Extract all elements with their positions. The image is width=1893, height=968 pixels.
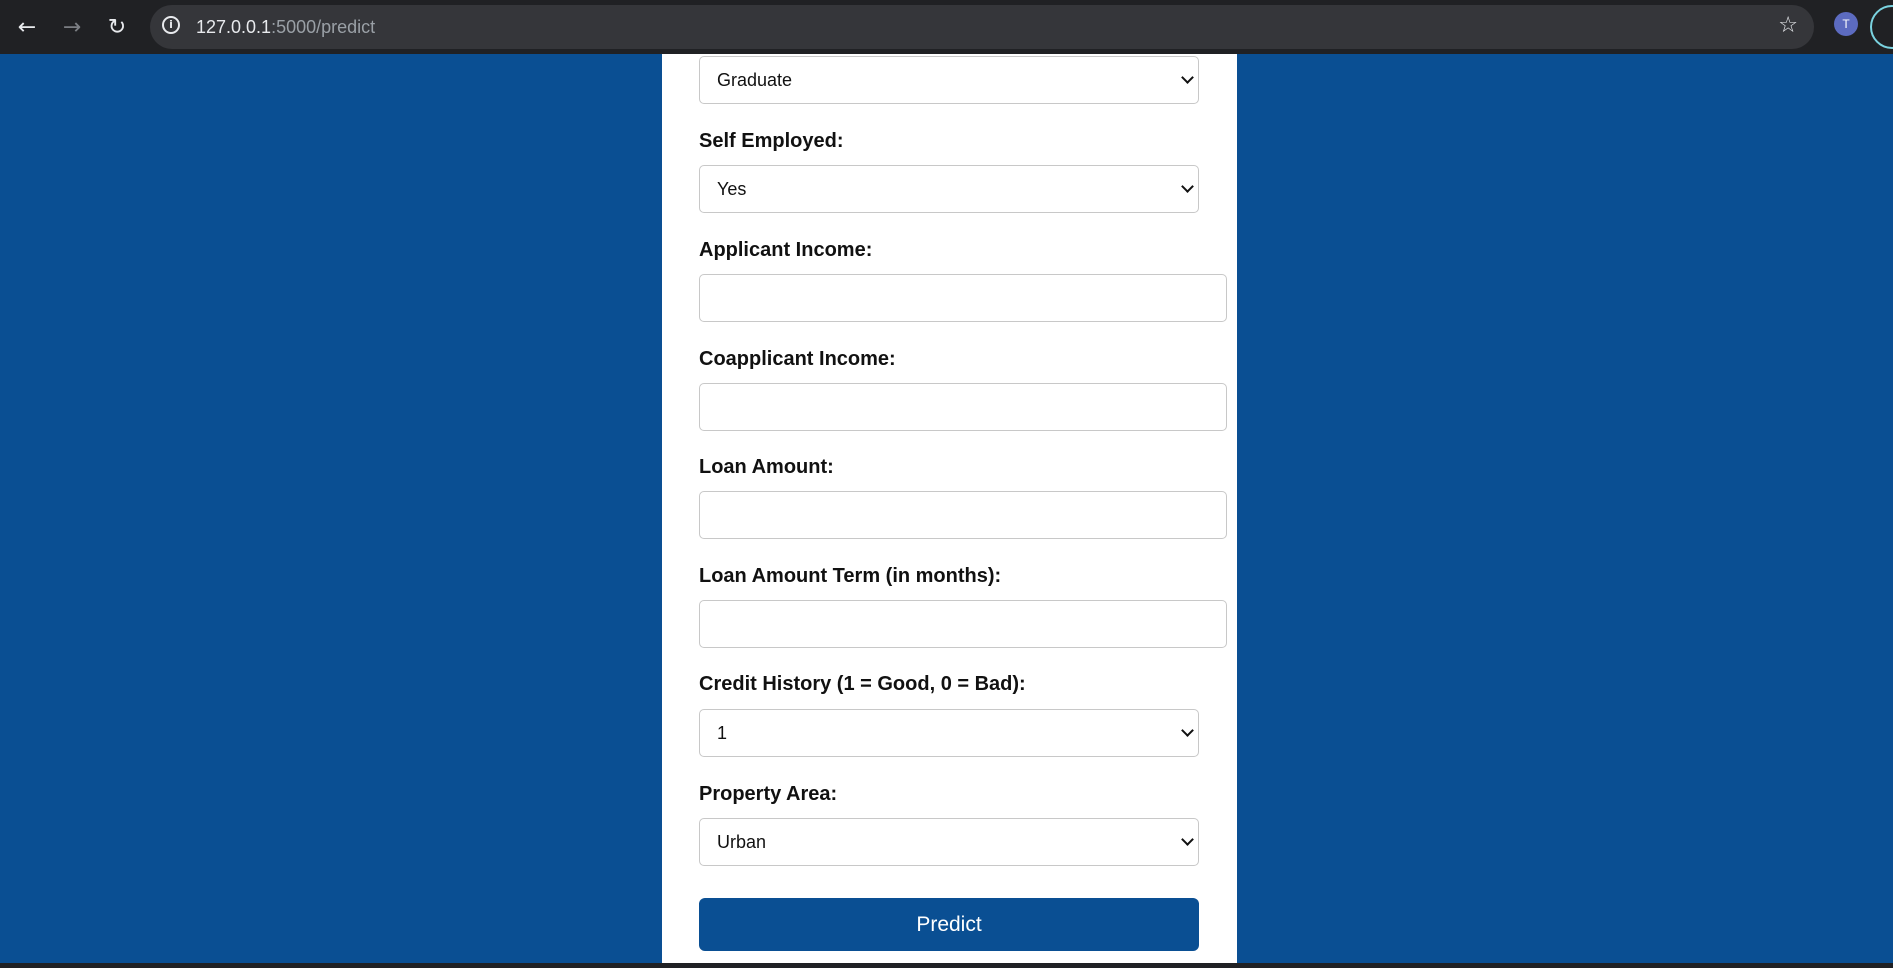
forward-arrow-icon[interactable]: → bbox=[53, 8, 91, 46]
loan-form-card: Graduate Self Employed: Yes Applicant In… bbox=[662, 54, 1237, 968]
url-host: 127.0.0.1 bbox=[196, 17, 272, 37]
profile-avatar[interactable]: T bbox=[1834, 12, 1858, 36]
back-arrow-icon[interactable]: ← bbox=[8, 8, 46, 46]
coapplicant-income-input[interactable] bbox=[699, 383, 1227, 431]
applicant-income-label: Applicant Income: bbox=[699, 239, 873, 261]
property-area-value: Urban bbox=[717, 832, 767, 852]
coapplicant-income-label: Coapplicant Income: bbox=[699, 348, 896, 370]
property-area-label: Property Area: bbox=[699, 783, 838, 805]
predict-button[interactable]: Predict bbox=[699, 898, 1199, 951]
window-bottom-edge bbox=[0, 963, 1893, 968]
loan-amount-label: Loan Amount: bbox=[699, 456, 834, 478]
credit-history-label: Credit History (1 = Good, 0 = Bad): bbox=[699, 673, 1026, 695]
property-area-select[interactable]: Urban bbox=[699, 818, 1199, 866]
applicant-income-input[interactable] bbox=[699, 274, 1227, 322]
chevron-down-icon bbox=[1181, 180, 1194, 193]
education-select[interactable]: Graduate bbox=[699, 56, 1199, 104]
reload-icon[interactable]: ↻ bbox=[98, 8, 136, 46]
education-value: Graduate bbox=[717, 70, 793, 90]
credit-history-select[interactable]: 1 bbox=[699, 709, 1199, 757]
self-employed-select[interactable]: Yes bbox=[699, 165, 1199, 213]
chevron-down-icon bbox=[1181, 71, 1194, 84]
address-url[interactable]: 127.0.0.1:5000/predict bbox=[196, 17, 375, 38]
credit-history-value: 1 bbox=[717, 723, 728, 743]
browser-toolbar: ← → ↻ i 127.0.0.1:5000/predict ☆ T ⋮ bbox=[0, 0, 1893, 54]
loan-term-input[interactable] bbox=[699, 600, 1227, 648]
star-icon[interactable]: ☆ bbox=[1778, 13, 1798, 38]
chevron-down-icon bbox=[1181, 724, 1194, 737]
url-path: :5000/predict bbox=[271, 17, 376, 37]
loan-amount-input[interactable] bbox=[699, 491, 1227, 539]
kebab-menu-icon: ⋮ bbox=[1886, 4, 1893, 26]
loan-term-label: Loan Amount Term (in months): bbox=[699, 565, 1002, 587]
chevron-down-icon bbox=[1181, 833, 1194, 846]
info-icon[interactable]: i bbox=[162, 16, 180, 34]
self-employed-label: Self Employed: bbox=[699, 130, 844, 152]
self-employed-value: Yes bbox=[717, 179, 747, 199]
address-bar[interactable]: i 127.0.0.1:5000/predict ☆ bbox=[150, 5, 1814, 49]
